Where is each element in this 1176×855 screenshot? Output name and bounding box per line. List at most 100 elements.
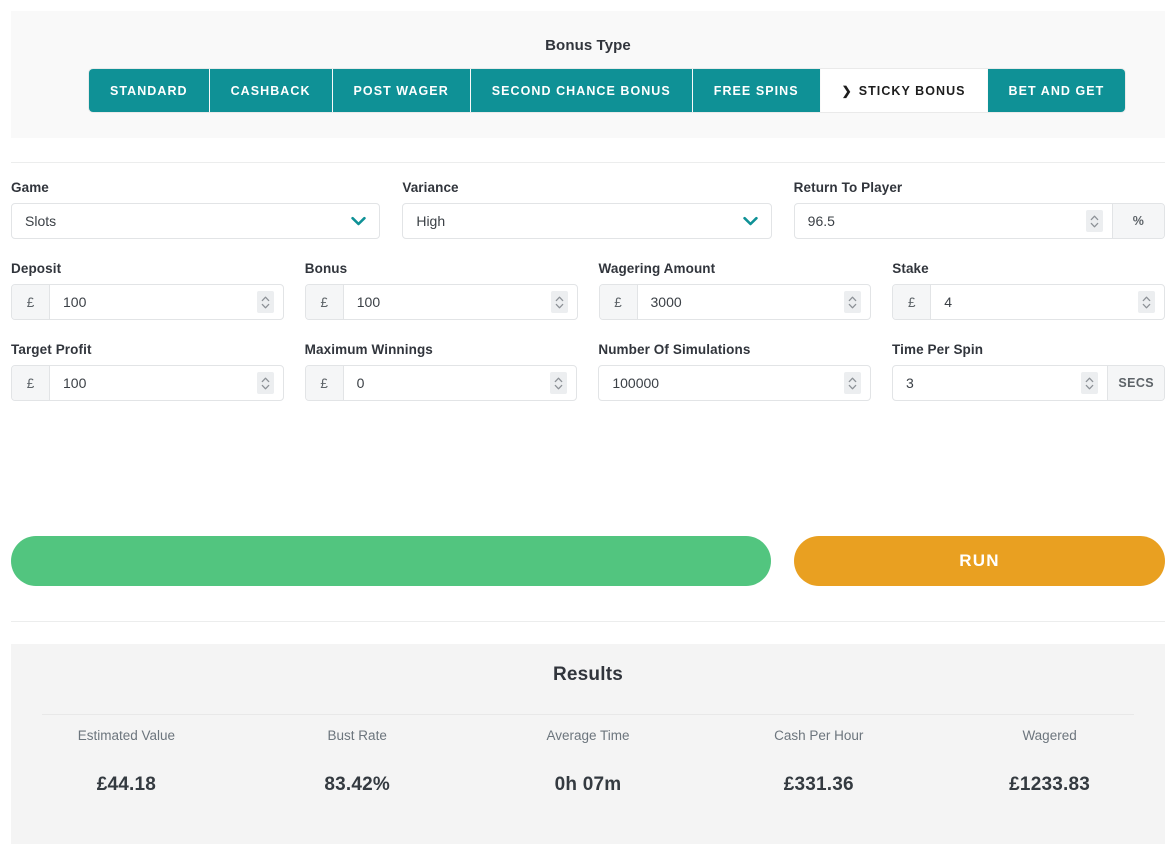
- return-to-player-control: %: [793, 203, 1165, 239]
- maximum-winnings-control: £: [304, 365, 578, 401]
- variance-value: High: [416, 213, 446, 229]
- results-grid: Estimated Value £44.18 Bust Rate 83.42% …: [11, 728, 1165, 796]
- result-cash-per-hour: Cash Per Hour £331.36: [703, 728, 934, 796]
- field-stake: Stake £: [892, 261, 1165, 320]
- result-label: Cash Per Hour: [774, 728, 864, 743]
- return-to-player-input[interactable]: [794, 204, 1086, 238]
- deposit-label: Deposit: [11, 261, 62, 276]
- return-to-player-suffix: %: [1111, 204, 1164, 238]
- variance-label: Variance: [402, 180, 459, 195]
- time-per-spin-input[interactable]: [893, 366, 1082, 400]
- result-value: £331.36: [783, 774, 854, 795]
- bonus-input[interactable]: [343, 285, 551, 319]
- divider-top: [11, 162, 1165, 163]
- stepper-icon[interactable]: [256, 291, 274, 313]
- bonus-label: Bonus: [304, 261, 348, 276]
- tab-label: FREE SPINS: [713, 83, 799, 98]
- stepper-icon[interactable]: [256, 372, 274, 394]
- result-wagered: Wagered £1233.83: [934, 728, 1165, 796]
- run-button[interactable]: RUN: [794, 536, 1165, 586]
- field-bonus: Bonus £: [304, 261, 578, 320]
- result-average-time: Average Time 0h 07m: [473, 728, 704, 796]
- form-row-2: Deposit £ Bonus £: [11, 261, 1165, 320]
- result-value: £1233.83: [1009, 774, 1091, 795]
- bonus-type-tabs: STANDARD CASHBACK POST WAGER SECOND CHAN…: [89, 69, 1126, 112]
- results-panel: Results Estimated Value £44.18 Bust Rate…: [11, 644, 1165, 844]
- divider-results: [11, 621, 1165, 622]
- tab-standard[interactable]: STANDARD: [89, 69, 210, 112]
- number-of-simulations-input[interactable]: [599, 366, 845, 400]
- result-label: Average Time: [546, 728, 630, 743]
- target-profit-label: Target Profit: [11, 342, 92, 357]
- action-buttons: RUN: [11, 536, 1165, 586]
- return-to-player-label: Return To Player: [793, 180, 903, 195]
- simulation-form: Game Slots Variance High Return To Playe…: [11, 180, 1166, 423]
- result-label: Bust Rate: [327, 728, 387, 743]
- number-of-simulations-control: [598, 365, 872, 401]
- stepper-icon[interactable]: [1138, 291, 1155, 313]
- result-value: £44.18: [96, 774, 157, 795]
- tab-post-wager[interactable]: POST WAGER: [332, 69, 471, 112]
- stepper-icon[interactable]: [550, 291, 568, 313]
- stake-label: Stake: [892, 261, 929, 276]
- result-value: 83.42%: [324, 774, 391, 795]
- time-per-spin-control: SECS: [892, 365, 1166, 401]
- form-row-3: Target Profit £ Maximum Winnings £: [11, 342, 1166, 401]
- bonus-calculator-page: Bonus Type STANDARD CASHBACK POST WAGER …: [0, 0, 1176, 855]
- field-maximum-winnings: Maximum Winnings £: [304, 342, 578, 401]
- game-select[interactable]: Slots: [11, 203, 381, 239]
- tab-label: STANDARD: [110, 83, 188, 98]
- currency-prefix: £: [599, 285, 638, 319]
- stake-control: £: [892, 284, 1165, 320]
- field-variance: Variance High: [402, 180, 772, 239]
- tab-sticky-bonus[interactable]: ❯ STICKY BONUS: [820, 69, 988, 112]
- number-of-simulations-label: Number Of Simulations: [598, 342, 751, 357]
- target-profit-control: £: [11, 365, 284, 401]
- field-time-per-spin: Time Per Spin SECS: [892, 342, 1166, 401]
- tab-cashback[interactable]: CASHBACK: [209, 69, 333, 112]
- currency-prefix: £: [305, 366, 344, 400]
- deposit-input[interactable]: [50, 285, 257, 319]
- chevron-down-icon[interactable]: [742, 216, 758, 226]
- field-deposit: Deposit £: [11, 261, 284, 320]
- form-row-1: Game Slots Variance High Return To Playe…: [11, 180, 1165, 239]
- stepper-icon[interactable]: [1081, 372, 1099, 394]
- wagering-amount-control: £: [598, 284, 872, 320]
- game-value: Slots: [25, 213, 57, 229]
- stake-input[interactable]: [931, 285, 1138, 319]
- tab-free-spins[interactable]: FREE SPINS: [692, 69, 821, 112]
- tab-bet-and-get[interactable]: BET AND GET: [987, 69, 1126, 112]
- results-title: Results: [552, 664, 624, 685]
- field-wagering-amount: Wagering Amount £: [598, 261, 872, 320]
- field-game: Game Slots: [11, 180, 381, 239]
- result-estimated-value: Estimated Value £44.18: [11, 728, 242, 796]
- currency-prefix: £: [12, 285, 50, 319]
- tab-second-chance-bonus[interactable]: SECOND CHANCE BONUS: [470, 69, 693, 112]
- tab-label: CASHBACK: [230, 83, 311, 98]
- tab-label: BET AND GET: [1008, 83, 1105, 98]
- stepper-icon[interactable]: [1085, 210, 1103, 232]
- time-per-spin-suffix: SECS: [1107, 366, 1165, 400]
- currency-prefix: £: [12, 366, 50, 400]
- variance-select[interactable]: High: [402, 203, 772, 239]
- result-label: Wagered: [1022, 728, 1077, 743]
- bonus-type-title: Bonus Type: [545, 37, 631, 54]
- deposit-control: £: [11, 284, 284, 320]
- bonus-control: £: [304, 284, 578, 320]
- field-target-profit: Target Profit £: [11, 342, 284, 401]
- maximum-winnings-input[interactable]: [343, 366, 551, 400]
- chevron-right-icon: ❯: [841, 83, 853, 98]
- stepper-icon[interactable]: [550, 372, 568, 394]
- field-number-of-simulations: Number Of Simulations: [598, 342, 872, 401]
- tab-label: POST WAGER: [353, 83, 449, 98]
- stepper-icon[interactable]: [844, 372, 862, 394]
- game-label: Game: [11, 180, 49, 195]
- target-profit-input[interactable]: [50, 366, 257, 400]
- wagering-amount-input[interactable]: [637, 285, 845, 319]
- field-return-to-player: Return To Player %: [793, 180, 1165, 239]
- stepper-icon[interactable]: [844, 291, 862, 313]
- secondary-action-button[interactable]: [11, 536, 771, 586]
- chevron-down-icon[interactable]: [351, 216, 367, 226]
- result-bust-rate: Bust Rate 83.42%: [242, 728, 473, 796]
- time-per-spin-label: Time Per Spin: [892, 342, 984, 357]
